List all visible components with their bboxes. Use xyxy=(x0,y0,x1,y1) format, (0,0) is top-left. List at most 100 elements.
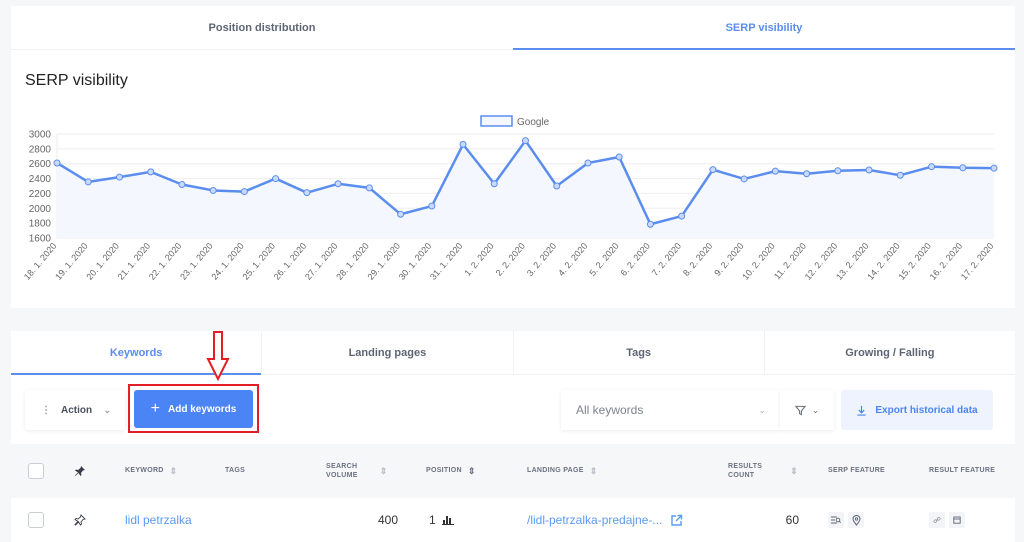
y-tick-label: 2200 xyxy=(29,189,52,200)
tab-landing-pages[interactable]: Landing pages xyxy=(261,331,512,374)
chevron-down-icon: ⌄ xyxy=(103,404,111,415)
data-point xyxy=(459,140,467,148)
external-link-icon[interactable] xyxy=(670,514,683,527)
bottom-tabs: Keywords Landing pages Tags Growing / Fa… xyxy=(11,331,1015,375)
column-keyword[interactable]: KEYWORD ⇕ xyxy=(125,444,178,498)
data-point xyxy=(397,210,405,218)
column-search-volume[interactable]: SEARCH VOLUME ⇕ xyxy=(326,444,388,498)
data-point xyxy=(490,180,498,188)
data-point xyxy=(896,171,904,179)
data-point xyxy=(178,181,186,189)
x-tick-label: 9. 2. 2020 xyxy=(712,241,745,278)
data-point xyxy=(646,220,654,228)
data-point xyxy=(53,159,61,167)
x-tick-label: 5. 2. 2020 xyxy=(587,241,620,278)
data-point xyxy=(615,153,623,161)
data-point xyxy=(990,164,998,172)
row-checkbox-cell xyxy=(28,498,44,542)
link-icon xyxy=(929,512,945,528)
x-tick-label: 2. 2. 2020 xyxy=(494,241,527,278)
sort-icon[interactable]: ⇕ xyxy=(380,465,388,477)
landing-page-cell: /lidl-petrzalka-predajne-... xyxy=(527,498,683,542)
select-all-checkbox[interactable] xyxy=(28,463,44,479)
data-point xyxy=(771,167,779,175)
sort-icon[interactable]: ⇕ xyxy=(468,465,476,477)
pin-icon xyxy=(75,466,85,476)
position-history-chart-icon[interactable] xyxy=(441,515,454,525)
tab-keywords[interactable]: Keywords xyxy=(11,331,262,375)
serp-feature-cell xyxy=(828,498,868,542)
tab-growing-falling[interactable]: Growing / Falling xyxy=(763,331,1015,374)
data-point xyxy=(959,164,967,172)
tab-position-distribution[interactable]: Position distribution xyxy=(11,6,513,49)
export-historical-data-button[interactable]: Export historical data xyxy=(841,390,993,430)
sort-icon[interactable]: ⇕ xyxy=(590,465,598,477)
data-point xyxy=(428,202,436,210)
y-tick-label: 1800 xyxy=(29,219,52,230)
y-tick-label: 2400 xyxy=(29,174,52,185)
data-point xyxy=(365,184,373,192)
tab-serp-visibility[interactable]: SERP visibility xyxy=(513,6,1015,50)
column-tags-label: TAGS xyxy=(225,467,246,475)
row-checkbox[interactable] xyxy=(28,512,44,528)
pin-outline-icon[interactable] xyxy=(74,514,86,526)
position-value: 1 xyxy=(429,513,436,527)
tab-tags[interactable]: Tags xyxy=(512,331,764,374)
sort-icon[interactable]: ⇕ xyxy=(790,465,798,477)
column-landing-page-label: LANDING PAGE xyxy=(527,467,584,475)
pin-header xyxy=(74,444,86,498)
legend-swatch xyxy=(480,115,513,127)
add-keywords-button[interactable]: + Add keywords xyxy=(134,390,253,428)
action-dropdown[interactable]: ⋮ Action ⌄ xyxy=(25,390,125,430)
x-tick-label: 1. 2. 2020 xyxy=(462,241,495,278)
sort-icon[interactable]: ⇕ xyxy=(170,465,178,477)
column-landing-page[interactable]: LANDING PAGE ⇕ xyxy=(527,444,598,498)
keyword-filter-select[interactable]: All keywords ⌄ xyxy=(561,390,780,430)
data-point xyxy=(84,178,92,186)
data-point xyxy=(240,188,248,196)
y-tick-label: 3000 xyxy=(29,130,52,141)
search-volume-cell: 400 xyxy=(377,513,398,527)
action-label: Action xyxy=(61,404,93,416)
local-pack-icon xyxy=(828,512,844,528)
data-point xyxy=(209,186,217,194)
keyword-link[interactable]: lidl petrzalka xyxy=(125,498,192,542)
result-feature-cell xyxy=(929,498,969,542)
x-tick-label: 4. 2. 2020 xyxy=(556,241,589,278)
page-scrollbar[interactable] xyxy=(1015,0,1024,542)
position-cell: 1 xyxy=(429,498,454,542)
landing-page-link[interactable]: /lidl-petrzalka-predajne-... xyxy=(527,513,662,527)
filter-dropdown-button[interactable]: ⌄ xyxy=(780,390,834,430)
results-count-cell: 60 xyxy=(785,513,799,527)
plus-icon: + xyxy=(150,400,160,417)
y-tick-label: 2600 xyxy=(29,159,52,170)
data-point xyxy=(147,168,155,176)
section-title: SERP visibility xyxy=(25,72,128,89)
keyword-filter-value: All keywords xyxy=(576,403,644,417)
chevron-down-icon: ⌄ xyxy=(811,404,820,415)
table-row: lidl petrzalka 400 1 /lidl-petrzalka-pre… xyxy=(11,498,1015,542)
chevron-down-icon: ⌄ xyxy=(758,404,766,415)
column-keyword-label: KEYWORD xyxy=(125,467,164,475)
column-tags: TAGS xyxy=(225,444,245,498)
data-point xyxy=(740,175,748,183)
data-point xyxy=(553,182,561,190)
calendar-icon xyxy=(949,512,965,528)
data-point xyxy=(834,167,842,175)
data-point xyxy=(678,212,686,220)
y-tick-label: 2800 xyxy=(29,144,52,155)
data-point xyxy=(522,137,529,145)
column-result-feature: RESULT FEATURE xyxy=(929,444,995,498)
column-search-volume-label: SEARCH VOLUME xyxy=(326,462,358,479)
serp-visibility-chart: 16001800200022002400260028003000Google18… xyxy=(22,115,998,282)
legend-label: Google xyxy=(517,117,550,128)
x-tick-label: 6. 2. 2020 xyxy=(619,241,652,278)
download-icon xyxy=(857,405,866,416)
column-results-count-label: RESULTS COUNT xyxy=(728,462,763,479)
column-results-count[interactable]: RESULTS COUNT ⇕ xyxy=(728,444,798,498)
column-position[interactable]: POSITION ⇕ xyxy=(426,444,476,498)
data-point xyxy=(928,163,936,171)
filter-icon xyxy=(794,405,806,416)
data-point xyxy=(303,189,311,197)
x-tick-label: 31. 1. 2020 xyxy=(428,241,465,282)
